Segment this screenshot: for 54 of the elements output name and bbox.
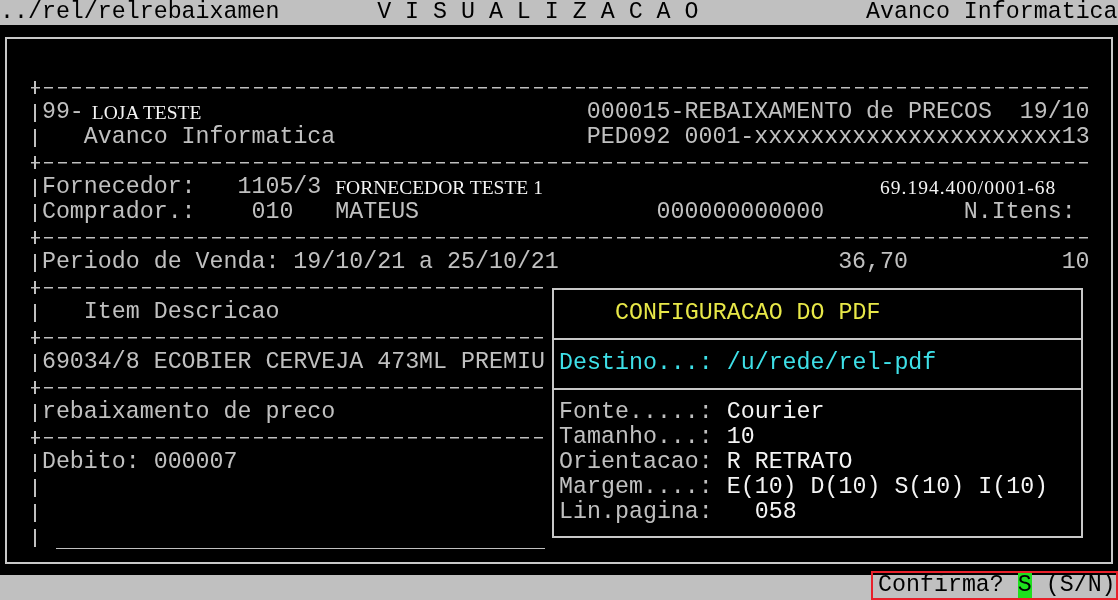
field-value: E(10) D(10) S(10) I(10) xyxy=(726,475,1049,500)
vertical-divider xyxy=(34,254,36,272)
column-header: Item Descricao xyxy=(83,300,280,325)
item-line: 69034/8 ECOBIER CERVEJA 473ML PREMIU xyxy=(41,350,545,375)
item-count-label: N.Itens: xyxy=(963,200,1076,225)
debit-label: Debito: xyxy=(41,450,140,475)
field-label: Lin.pagina: xyxy=(559,500,713,525)
order-number: PED092 0001-xxxxxxxxxxxxxxxxxxxxxx13 xyxy=(586,125,1090,150)
buyer-number: 000000000000 xyxy=(656,200,825,225)
vertical-divider xyxy=(34,104,36,122)
destination-label: Destino...: xyxy=(559,351,713,376)
supplier-code: 1105/3 xyxy=(237,175,322,200)
buyer-code: 010 xyxy=(251,200,294,225)
vertical-divider xyxy=(34,354,36,372)
screen-title: V I S U A L I Z A C A O xyxy=(377,0,699,25)
vertical-divider xyxy=(34,404,36,422)
supplier-tax-id: 69.194.400/0001-68 xyxy=(880,176,1057,200)
supplier-label: Fornecedor: xyxy=(41,175,196,200)
period-amount: 36,70 xyxy=(838,250,908,275)
program-path: ../rel/relrebaixamen xyxy=(0,0,280,25)
vertical-divider xyxy=(34,204,36,222)
vertical-divider xyxy=(34,179,36,197)
note-text: rebaixamento de preco xyxy=(41,400,336,425)
vertical-divider xyxy=(34,529,36,547)
field-value: 058 xyxy=(754,500,797,525)
vertical-divider xyxy=(34,479,36,497)
field-value: R RETRATO xyxy=(726,450,853,475)
field-label: Fonte.....: xyxy=(559,400,713,425)
dialog-title: CONFIGURACAO DO PDF xyxy=(614,301,881,326)
store-name: LOJA TESTE xyxy=(91,101,202,125)
company-name: Avanco Informatica xyxy=(866,0,1118,25)
supplier-name: FORNECEDOR TESTE 1 xyxy=(335,176,543,200)
buyer-name: MATEUS xyxy=(335,200,420,225)
vertical-divider xyxy=(34,129,36,147)
field-value: Courier xyxy=(726,400,825,425)
period-label: Periodo de Venda: xyxy=(41,250,280,275)
field-label: Orientacao: xyxy=(559,450,713,475)
options-hint: (S/N) xyxy=(1045,573,1116,598)
vertical-divider xyxy=(34,304,36,322)
report-date: 19/10 xyxy=(1019,100,1090,125)
confirm-label: Confirma? xyxy=(878,573,1004,598)
field-value: 10 xyxy=(726,425,755,450)
debit-value: 000007 xyxy=(153,450,238,475)
buyer-label: Comprador.: xyxy=(41,200,196,225)
company-name: Avanco Informatica xyxy=(83,125,336,150)
period-dates: 19/10/21 a 25/10/21 xyxy=(293,250,559,275)
field-label: Tamanho...: xyxy=(559,425,713,450)
destination-value: /u/rede/rel-pdf xyxy=(726,351,937,376)
vertical-divider xyxy=(34,504,36,522)
store-code: 99- xyxy=(41,100,84,125)
field-label: Margem....: xyxy=(559,475,713,500)
report-title: 000015-REBAIXAMENTO de PRECOS xyxy=(586,100,992,125)
item-count: 10 xyxy=(1061,250,1090,275)
vertical-divider xyxy=(34,454,36,472)
